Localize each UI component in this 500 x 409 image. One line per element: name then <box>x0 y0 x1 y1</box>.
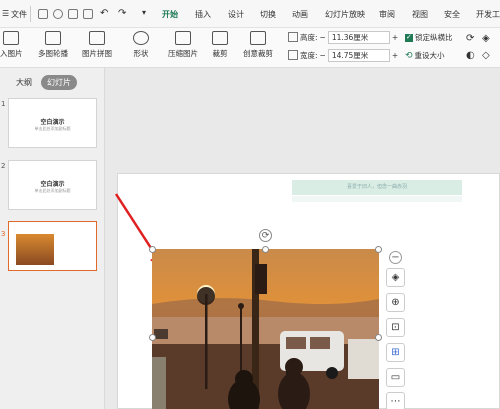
print-icon[interactable] <box>53 9 63 19</box>
multi-crop-label: 多图轮播 <box>38 49 68 58</box>
height-decrease[interactable]: − <box>320 33 326 42</box>
width-value: 14.75厘米 <box>331 50 369 60</box>
undo-icon[interactable]: ↶ <box>100 8 108 19</box>
slide-number: 3 <box>1 230 6 238</box>
reset-size-label: 重设大小 <box>414 51 445 60</box>
width-label: 宽度: <box>300 50 318 60</box>
reset-size-button[interactable]: ⟲ 重设大小 <box>405 50 445 61</box>
pic-collage-button[interactable]: 图片拼图 <box>82 30 112 59</box>
resize-handle-tl[interactable] <box>149 246 156 253</box>
resize-handle-top[interactable] <box>262 246 269 253</box>
image-effects-icon[interactable]: ⊞ <box>386 343 405 362</box>
reset-icon: ⟲ <box>405 50 413 61</box>
multi-crop-button[interactable]: 多图轮播 <box>38 30 68 59</box>
more-icon[interactable]: ▾ <box>142 8 146 17</box>
insert-picture-label: 入图片 <box>0 49 23 58</box>
border-icon[interactable]: ▭ <box>386 368 405 387</box>
menu-bar: ☰ 文件 ↶ ↷ ▾ 开始 插入 设计 切换 动画 幻灯片放映 审阅 视图 安全… <box>0 0 500 28</box>
effects-icon[interactable]: ◈ <box>482 33 490 44</box>
thumb-title: 空白演示 <box>40 181 65 188</box>
zoom-icon[interactable]: ⊕ <box>386 293 405 312</box>
height-increase[interactable]: + <box>392 33 398 42</box>
shape-button[interactable]: 形状 <box>133 30 149 59</box>
crop-icon <box>212 31 228 45</box>
lock-ratio-label: 锁定纵横比 <box>415 33 453 42</box>
width-decrease[interactable]: − <box>320 51 326 60</box>
slide-thumb-1[interactable]: 空白演示 单击此处添加副标题 <box>8 98 97 148</box>
redo-icon[interactable]: ↷ <box>118 8 126 19</box>
hamburger-icon[interactable]: ☰ <box>2 9 9 18</box>
ribbon-toolbar: 入图片 多图轮播 图片拼图 形状 压缩图片 裁剪 创意裁剪 高度: − 11.3… <box>0 28 500 68</box>
crop-label: 裁剪 <box>212 49 228 58</box>
sunset-street-image <box>152 249 379 409</box>
tab-insert[interactable]: 插入 <box>195 9 211 20</box>
crop-button[interactable]: 裁剪 <box>212 30 228 59</box>
collapse-icon[interactable]: − <box>389 251 402 264</box>
tab-animation[interactable]: 动画 <box>292 9 308 20</box>
selected-picture[interactable] <box>152 249 379 409</box>
more-options-icon[interactable]: ⋯ <box>386 392 405 409</box>
slide-thumb-2[interactable]: 空白演示 单击此处添加副标题 <box>8 160 97 210</box>
slide-banner: 喜爱于旧人，但念一曲赤羽 <box>292 180 462 195</box>
crop-tool-icon[interactable]: ⊡ <box>386 318 405 337</box>
resize-handle-tr[interactable] <box>375 246 382 253</box>
preview-icon[interactable] <box>83 9 93 19</box>
tab-design[interactable]: 设计 <box>228 9 244 20</box>
creative-crop-icon <box>250 31 266 45</box>
collage-icon <box>89 31 105 45</box>
save-icon[interactable] <box>38 9 48 19</box>
tab-start[interactable]: 开始 <box>162 9 178 20</box>
slide-thumb-3[interactable] <box>8 221 97 271</box>
resize-handle-right[interactable] <box>375 334 382 341</box>
height-icon <box>288 32 298 42</box>
color-icon[interactable]: ◐ <box>466 50 475 61</box>
tab-transition[interactable]: 切换 <box>260 9 276 20</box>
tab-review[interactable]: 审阅 <box>379 9 395 20</box>
slide-number: 1 <box>1 100 6 108</box>
thumb-picture <box>16 234 54 265</box>
rotate-icon[interactable]: ⟳ <box>466 33 474 44</box>
compress-icon <box>175 31 191 45</box>
pic-collage-label: 图片拼图 <box>82 49 112 58</box>
check-icon <box>405 33 413 42</box>
thumb-subtitle: 单击此处添加副标题 <box>34 126 71 131</box>
thumb-title: 空白演示 <box>40 119 65 126</box>
tab-view[interactable]: 视图 <box>412 9 428 20</box>
width-input[interactable]: 14.75厘米 <box>327 48 390 62</box>
layers-icon[interactable]: ◈ <box>386 268 405 287</box>
slide-number: 2 <box>1 162 6 170</box>
menu-file[interactable]: 文件 <box>11 9 27 20</box>
shape-label: 形状 <box>133 49 149 58</box>
width-increase[interactable]: + <box>392 51 398 60</box>
height-input[interactable]: 11.36厘米 <box>327 30 390 44</box>
shape-icon <box>133 31 149 45</box>
slide-panel: 大纲 幻灯片 1 空白演示 单击此处添加副标题 2 空白演示 单击此处添加副标题… <box>0 68 105 409</box>
height-value: 11.36厘米 <box>331 32 369 42</box>
tab-outline[interactable]: 大纲 <box>16 77 32 88</box>
tab-slideshow[interactable]: 幻灯片放映 <box>325 9 365 20</box>
rotate-handle-icon[interactable]: ⟳ <box>259 229 272 242</box>
insert-picture-button[interactable]: 入图片 <box>0 30 23 59</box>
divider <box>30 6 31 22</box>
carousel-icon <box>45 31 61 45</box>
creative-crop-button[interactable]: 创意裁剪 <box>243 30 273 59</box>
height-label: 高度: <box>300 32 318 42</box>
thumb-subtitle: 单击此处添加副标题 <box>34 188 71 193</box>
slide-banner-shadow <box>292 196 462 202</box>
tab-developer[interactable]: 开发工具 <box>476 9 500 20</box>
watermark: 经验 <box>440 374 465 388</box>
lock-ratio-checkbox[interactable]: 锁定纵横比 <box>405 32 453 43</box>
export-icon[interactable] <box>68 9 78 19</box>
tab-slides[interactable]: 幻灯片 <box>41 75 77 90</box>
creative-crop-label: 创意裁剪 <box>243 49 273 58</box>
outline-icon[interactable]: ◇ <box>482 50 490 61</box>
tab-security[interactable]: 安全 <box>444 9 460 20</box>
compress-label: 压缩图片 <box>168 49 198 58</box>
resize-handle-left[interactable] <box>149 334 156 341</box>
compress-button[interactable]: 压缩图片 <box>168 30 198 59</box>
width-icon <box>288 50 298 60</box>
height-control: 高度: − 11.36厘米 + <box>288 30 398 44</box>
width-control: 宽度: − 14.75厘米 + <box>288 48 398 62</box>
picture-icon <box>3 31 20 45</box>
